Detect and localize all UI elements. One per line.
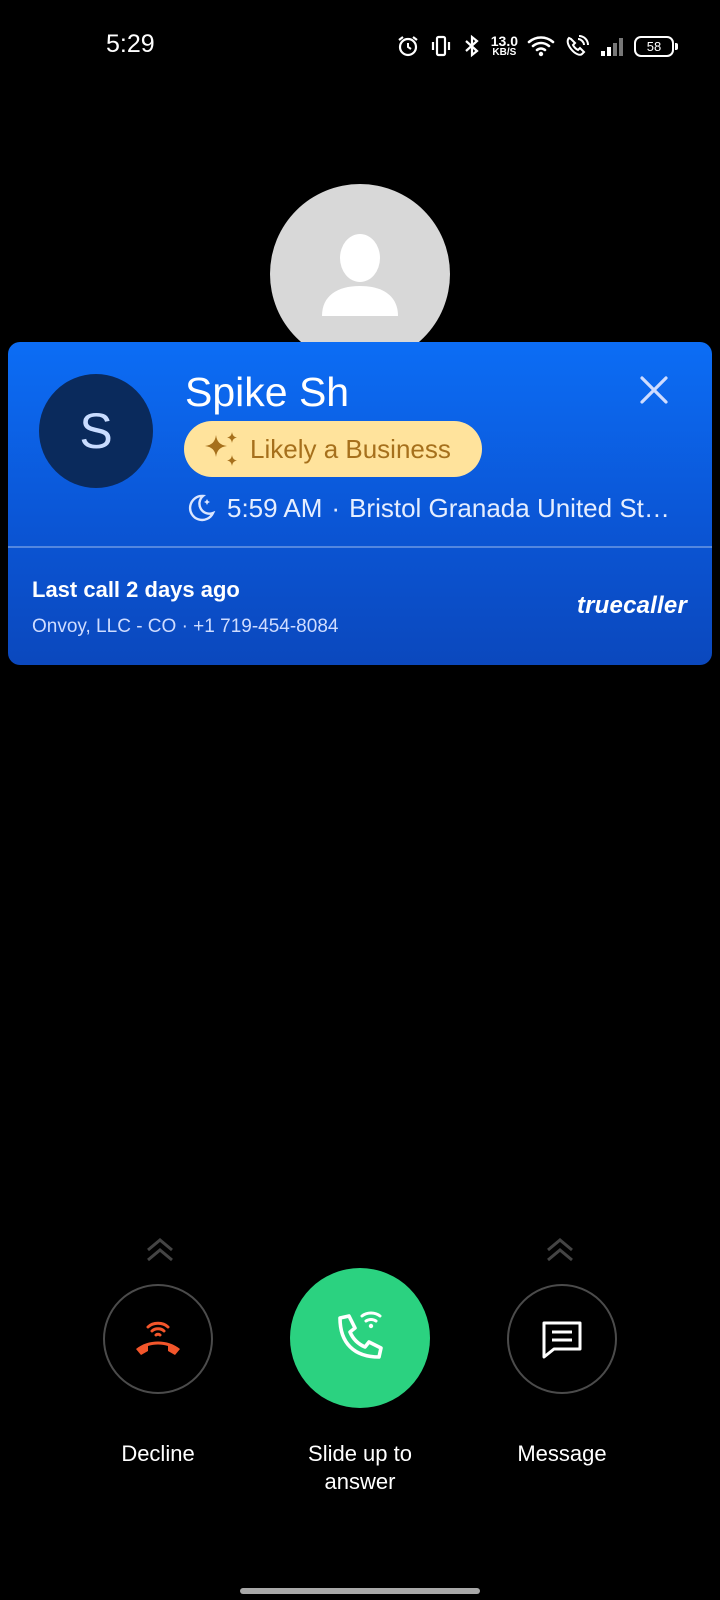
separator: · bbox=[331, 492, 341, 523]
network-speed: 13.0 KB/S bbox=[491, 34, 518, 58]
caller-id-avatar: S bbox=[39, 374, 153, 488]
caller-id-card[interactable]: S Spike Sh Likely a Business 5:59 AM · B… bbox=[8, 342, 712, 665]
wifi-calling-icon bbox=[566, 35, 589, 56]
card-divider bbox=[8, 546, 712, 548]
decline-button[interactable] bbox=[103, 1284, 213, 1394]
swipe-up-hint-icon bbox=[147, 1238, 173, 1262]
business-badge-label: Likely a Business bbox=[250, 433, 451, 464]
last-call-info: Last call 2 days ago bbox=[32, 577, 240, 602]
truecaller-logo: truecaller bbox=[576, 592, 687, 619]
message-label: Message bbox=[517, 1441, 607, 1466]
message-icon bbox=[542, 1321, 582, 1359]
status-icons: 13.0 KB/S 58 bbox=[396, 30, 678, 62]
caller-local-time: 5:59 AM bbox=[227, 492, 323, 523]
caller-location: Bristol Granada United St… bbox=[349, 492, 670, 523]
caller-name: Spike Sh bbox=[185, 369, 350, 415]
battery-icon: 58 bbox=[634, 35, 678, 57]
home-indicator[interactable] bbox=[240, 1588, 480, 1594]
answer-button[interactable] bbox=[290, 1268, 430, 1408]
signal-icon bbox=[601, 38, 623, 56]
status-time: 5:29 bbox=[106, 30, 155, 58]
sparkle-icon bbox=[205, 432, 237, 466]
vibrate-icon bbox=[431, 35, 450, 57]
decline-call-icon bbox=[136, 1321, 180, 1355]
caller-avatar bbox=[270, 184, 450, 364]
alarm-icon bbox=[398, 36, 418, 57]
answer-call-icon bbox=[338, 1311, 383, 1359]
bluetooth-icon bbox=[465, 34, 479, 58]
wifi-icon bbox=[527, 36, 555, 57]
message-button[interactable] bbox=[507, 1284, 617, 1394]
moon-icon bbox=[188, 494, 216, 522]
decline-label: Decline bbox=[121, 1441, 195, 1466]
carrier-number-info: Onvoy, LLC - CO · +1 719-454-8084 bbox=[32, 616, 339, 637]
swipe-up-hint-icon bbox=[547, 1238, 573, 1262]
person-icon bbox=[322, 234, 398, 316]
status-bar: 5:29 13.0 KB/S 58 bbox=[0, 0, 720, 92]
business-badge: Likely a Business bbox=[184, 421, 482, 477]
caller-local-time-location: 5:59 AM · Bristol Granada United St… bbox=[185, 492, 705, 524]
close-icon[interactable] bbox=[636, 372, 672, 408]
network-speed-value: 13.0 bbox=[490, 33, 518, 49]
network-speed-unit: KB/S bbox=[492, 47, 517, 58]
answer-label: Slide up to answer bbox=[308, 1441, 412, 1494]
